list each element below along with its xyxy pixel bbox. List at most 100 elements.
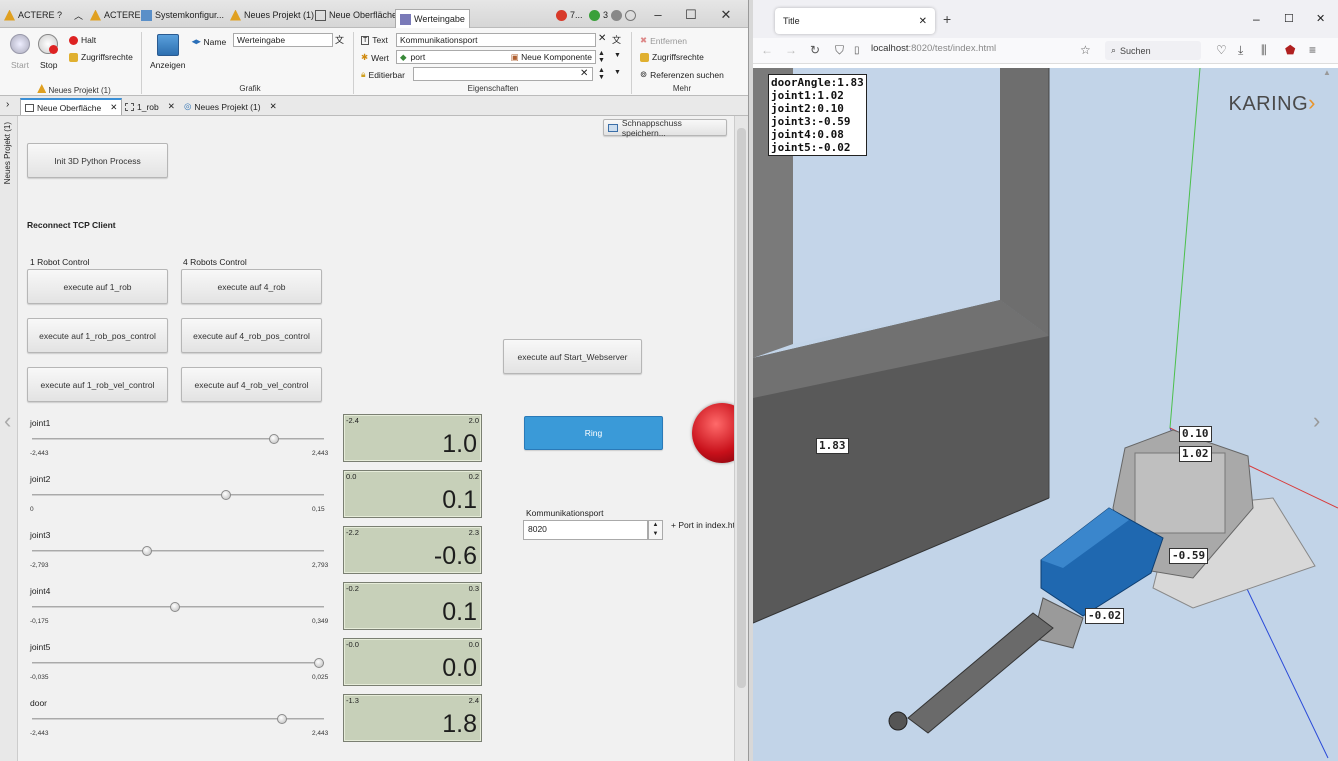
library-icon[interactable]: ⫼ [1261, 43, 1267, 58]
value-select[interactable]: ◆ port ▣ Neue Komponente [396, 50, 596, 64]
reconnect-tcp-client[interactable]: Reconnect TCP Client [27, 220, 116, 230]
clear-icon[interactable]: ✕ [598, 33, 606, 44]
name-label-text: Name [203, 36, 227, 47]
value-stepper[interactable]: ▲ ▼ [598, 50, 605, 64]
slider-track[interactable] [32, 490, 324, 500]
update-count: 3 [603, 10, 609, 20]
new-component-label[interactable]: ▣ Neue Komponente [511, 52, 592, 62]
editable-stepper[interactable]: ▲ ▼ [598, 67, 605, 81]
side-strip-project[interactable]: Neues Projekt (1) [3, 122, 12, 184]
stop-button[interactable]: Stop [40, 60, 58, 70]
ring-button[interactable]: Ring [524, 416, 663, 450]
key-icon [69, 52, 78, 62]
execute-1rob-button[interactable]: execute auf 1_rob [27, 269, 168, 304]
back-icon[interactable]: ← [761, 43, 773, 57]
close-window-button[interactable]: ✕ [716, 8, 736, 22]
text-input[interactable]: Kommunikationsport [396, 33, 596, 47]
app-tab-systemkonfig[interactable]: Systemkonfigur... [141, 6, 224, 24]
slider-track[interactable] [32, 602, 324, 612]
execute-webserver-button[interactable]: execute auf Start_Webserver [503, 339, 642, 374]
app-tab-actere[interactable]: ACTERE [90, 6, 141, 24]
error-indicator[interactable]: 7... [556, 6, 583, 24]
next-arrow-icon[interactable]: › [1313, 408, 1320, 434]
slider-thumb[interactable] [314, 658, 324, 668]
update-indicator[interactable]: 3 [589, 6, 637, 24]
search-box[interactable]: ⌕ Suchen [1105, 41, 1201, 60]
app-tab-neues-projekt[interactable]: Neues Projekt (1) [230, 6, 314, 24]
minimize-button[interactable]: – [648, 8, 668, 22]
close-tab-icon[interactable]: ✕ [168, 101, 175, 112]
close-tab-icon[interactable]: ✕ [270, 101, 277, 112]
clear-icon[interactable]: ✕ [580, 68, 588, 79]
close-tab-icon[interactable]: ✕ [110, 102, 117, 113]
scroll-up-icon[interactable]: ▲ [1323, 68, 1331, 77]
scrollbar-thumb[interactable] [737, 128, 746, 688]
close-window-button[interactable]: ✕ [1316, 12, 1325, 25]
slider-thumb[interactable] [277, 714, 288, 724]
new-tab-icon[interactable]: + [943, 11, 951, 27]
url-bar[interactable]: localhost:8020/test/index.html [871, 43, 996, 54]
port-input[interactable]: 8020 [523, 520, 648, 540]
bookmark-star-icon[interactable]: ☆ [1080, 43, 1091, 57]
snapshot-button[interactable]: Schnappschuss speichern... [603, 118, 727, 138]
close-tab-icon[interactable]: ✕ [919, 16, 927, 27]
prev-arrow-icon[interactable]: ‹ [4, 408, 11, 434]
forward-icon[interactable]: → [785, 43, 797, 57]
vertical-scrollbar[interactable] [734, 116, 748, 761]
pocket-icon[interactable]: ♡ [1216, 43, 1227, 57]
tab-1-rob[interactable]: 1_rob ✕ [121, 98, 179, 115]
slider-max-label: 0,349 [312, 618, 329, 625]
slider-thumb[interactable] [170, 602, 181, 612]
maximize-button[interactable]: ☐ [681, 8, 701, 22]
execute-1rob-pos-button[interactable]: execute auf 1_rob_pos_control [27, 318, 168, 353]
translate-icon[interactable]: 文 [612, 33, 621, 46]
lcd-display: -0.2 0.3 0.1 [343, 582, 482, 630]
access-rights-button[interactable]: Zugriffsrechte [69, 52, 133, 62]
chevron-down-icon[interactable]: ▼ [614, 52, 621, 59]
lcd-display: -0.0 0.0 0.0 [343, 638, 482, 686]
tab-neue-oberflaeche[interactable]: Neue Oberfläche ✕ [20, 98, 123, 115]
maximize-button[interactable]: ☐ [1284, 12, 1294, 25]
extension-icon[interactable]: ⬟ [1285, 43, 1295, 57]
remove-button[interactable]: ✖ Entfernen [640, 35, 687, 46]
chevron-up-icon[interactable]: ︿ [74, 6, 83, 24]
translate-icon[interactable]: 文 [335, 33, 347, 47]
chevron-right-icon[interactable]: › [6, 99, 9, 110]
chevron-down-icon[interactable]: ▼ [614, 69, 621, 76]
slider-track[interactable] [32, 434, 324, 444]
execute-4rob-pos-button[interactable]: execute auf 4_rob_pos_control [181, 318, 322, 353]
3d-scene-viewport[interactable]: doorAngle:1.83 joint1:1.02 joint2:0.10 j… [753, 68, 1338, 761]
slider-track[interactable] [32, 658, 324, 668]
access-rights-2-button[interactable]: Zugriffsrechte [640, 52, 704, 62]
ribbon-separator [631, 32, 632, 94]
app-tab-actere-help[interactable]: ACTERE ? [4, 6, 62, 24]
execute-1rob-vel-button[interactable]: execute auf 1_rob_vel_control [27, 367, 168, 402]
halt-button[interactable]: Halt [69, 35, 96, 45]
port-stepper[interactable]: ▲ ▼ [648, 520, 663, 540]
value-select-text: port [410, 52, 426, 62]
slider-thumb[interactable] [268, 434, 279, 444]
execute-4rob-button[interactable]: execute auf 4_rob [181, 269, 322, 304]
find-references-button[interactable]: ⊚ Referenzen suchen [640, 69, 724, 80]
shield-icon[interactable]: ⛉ [835, 43, 844, 58]
browser-tab[interactable]: Title ✕ [775, 8, 935, 34]
menu-icon[interactable]: ≡ [1309, 43, 1316, 57]
slider-thumb[interactable] [220, 490, 231, 500]
editable-input[interactable] [413, 67, 593, 81]
show-button[interactable]: Anzeigen [150, 60, 185, 70]
port-label: Kommunikationsport [526, 508, 604, 518]
minimize-button[interactable]: – [1253, 12, 1260, 26]
slider-track[interactable] [32, 546, 324, 556]
karing-logo: KARING› [1228, 90, 1316, 116]
tab-neues-projekt[interactable]: ◎ Neues Projekt (1) ✕ [180, 98, 281, 115]
start-button[interactable]: Start [11, 60, 29, 70]
name-input[interactable]: Werteingabe [233, 33, 333, 47]
slider-thumb[interactable] [141, 546, 152, 556]
execute-4rob-vel-button[interactable]: execute auf 4_rob_vel_control [181, 367, 322, 402]
app-tab-neue-oberflaeche[interactable]: Neue Oberfläche [315, 6, 397, 24]
download-icon[interactable]: ⤓ [1238, 43, 1243, 58]
init-python-button[interactable]: Init 3D Python Process [27, 143, 168, 178]
slider-track[interactable] [32, 714, 324, 724]
reload-icon[interactable]: ↻ [810, 43, 820, 57]
app-tab-werteingabe[interactable]: Werteingabe [395, 9, 470, 28]
